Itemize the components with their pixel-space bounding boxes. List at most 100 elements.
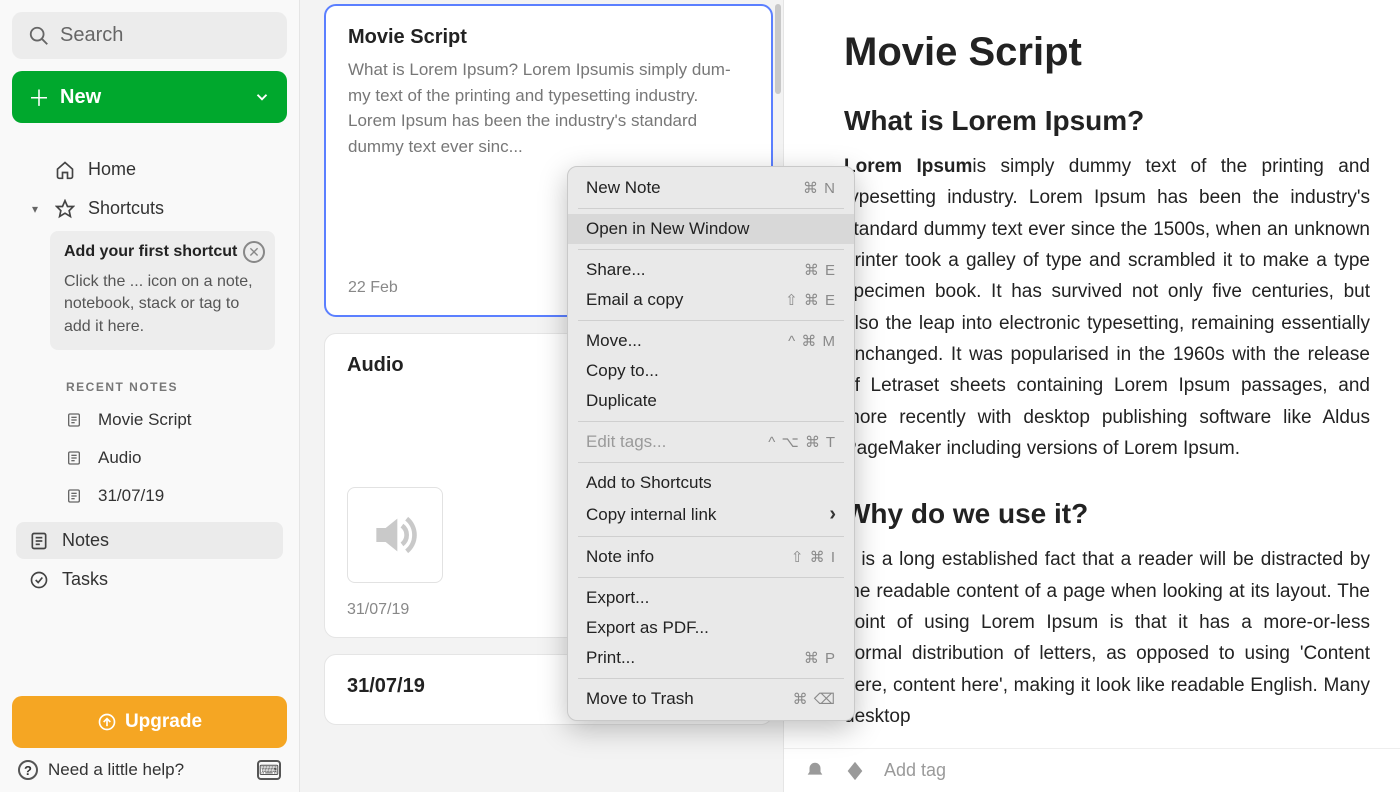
menu-item-shortcut: ⌘ N — [803, 179, 836, 197]
menu-item-shortcut: ⌘ E — [804, 261, 836, 279]
note-icon — [66, 411, 86, 429]
nav-home-label: Home — [88, 159, 136, 180]
menu-separator — [578, 208, 844, 209]
editor-paragraph-2: It is a long established fact that a rea… — [844, 544, 1370, 732]
search-input[interactable]: Search — [12, 12, 287, 59]
menu-item-label: Print... — [586, 648, 635, 668]
help-link[interactable]: ? Need a little help? — [12, 748, 287, 784]
nav-notes-label: Notes — [62, 530, 109, 551]
reminder-icon[interactable] — [804, 760, 826, 782]
nav-tasks-label: Tasks — [62, 569, 108, 590]
nav-home[interactable]: Home — [16, 151, 283, 188]
help-icon: ? — [18, 760, 38, 780]
menu-item-label: Open in New Window — [586, 219, 749, 239]
menu-separator — [578, 421, 844, 422]
menu-item[interactable]: Move to Trash ⌘ ⌫ — [568, 684, 854, 714]
check-circle-icon — [28, 570, 50, 590]
menu-item[interactable]: Print... ⌘ P — [568, 643, 854, 673]
menu-item-shortcut: ⌘ ⌫ — [793, 690, 836, 708]
chevron-down-icon — [253, 88, 271, 106]
menu-item[interactable]: Duplicate — [568, 386, 854, 416]
menu-item-label: Copy to... — [586, 361, 659, 381]
new-button-label: New — [60, 86, 101, 109]
plus-icon: ＋ — [28, 81, 50, 113]
keyboard-icon[interactable] — [257, 760, 281, 780]
editor-body[interactable]: What is Lorem Ipsum? Lorem Ipsumis simpl… — [844, 105, 1370, 767]
speaker-icon — [367, 507, 423, 563]
upgrade-button[interactable]: Upgrade — [12, 696, 287, 748]
context-menu: New Note ⌘ N Open in New Window Share... ⌘ E… — [567, 166, 855, 721]
editor-title[interactable]: Movie Script — [844, 30, 1370, 75]
note-icon — [66, 487, 86, 505]
menu-separator — [578, 249, 844, 250]
menu-item-shortcut: ⌘ P — [804, 649, 836, 667]
add-tag-input[interactable]: Add tag — [884, 760, 946, 781]
close-icon[interactable]: ✕ — [243, 241, 265, 263]
star-icon — [54, 199, 76, 219]
recent-item-0[interactable]: Movie Script — [16, 402, 283, 438]
menu-item[interactable]: Open in New Window — [568, 214, 854, 244]
note-icon — [66, 449, 86, 467]
nav: Home ▾ Shortcuts ✕ Add your first shortc… — [12, 151, 287, 598]
nav-shortcuts-label: Shortcuts — [88, 198, 164, 219]
home-icon — [54, 160, 76, 180]
nav-shortcuts[interactable]: ▾ Shortcuts — [16, 190, 283, 227]
menu-item[interactable]: Export... — [568, 583, 854, 613]
menu-item-shortcut: ⇧ ⌘ I — [791, 548, 836, 566]
menu-separator — [578, 536, 844, 537]
search-placeholder: Search — [60, 24, 123, 47]
help-label: Need a little help? — [48, 760, 184, 780]
tag-icon[interactable] — [844, 760, 866, 782]
menu-item[interactable]: Email a copy ⇧ ⌘ E — [568, 285, 854, 315]
search-icon — [28, 25, 50, 47]
recent-item-1[interactable]: Audio — [16, 440, 283, 476]
menu-item[interactable]: Move... ^ ⌘ M — [568, 326, 854, 356]
menu-item[interactable]: Note info ⇧ ⌘ I — [568, 542, 854, 572]
upgrade-icon — [97, 712, 117, 732]
menu-item-label: Email a copy — [586, 290, 683, 310]
new-button[interactable]: ＋ New — [12, 71, 287, 123]
menu-item-label: Duplicate — [586, 391, 657, 411]
nav-notes[interactable]: Notes — [16, 522, 283, 559]
recent-item-label: Audio — [98, 448, 141, 468]
menu-item-label: Share... — [586, 260, 646, 280]
editor-heading-2: Why do we use it? — [844, 498, 1370, 530]
scrollbar[interactable] — [775, 4, 781, 94]
menu-separator — [578, 462, 844, 463]
note-preview: What is Lorem Ipsum? Lorem Ipsumis simpl… — [348, 57, 749, 159]
menu-item-label: Move... — [586, 331, 642, 351]
recent-item-label: 31/07/19 — [98, 486, 164, 506]
menu-item-shortcut: ^ ⌘ M — [788, 332, 836, 350]
upgrade-label: Upgrade — [125, 711, 202, 733]
chevron-down-icon: ▾ — [28, 202, 42, 216]
nav-tasks[interactable]: Tasks — [16, 561, 283, 598]
shortcut-promo-title: Add your first shortcut — [64, 243, 261, 261]
editor-heading-1: What is Lorem Ipsum? — [844, 105, 1370, 137]
recent-item-2[interactable]: 31/07/19 — [16, 478, 283, 514]
menu-item[interactable]: Export as PDF... — [568, 613, 854, 643]
audio-thumb — [347, 487, 443, 583]
menu-item: Edit tags...^ ⌥ ⌘ T — [568, 427, 854, 457]
menu-item[interactable]: Copy internal link › — [568, 498, 854, 531]
sidebar: Search ＋ New Home ▾ Shortcuts ✕ Add your… — [0, 0, 300, 792]
recent-item-label: Movie Script — [98, 410, 192, 430]
menu-item[interactable]: Share... ⌘ E — [568, 255, 854, 285]
menu-separator — [578, 577, 844, 578]
menu-item[interactable]: Copy to... — [568, 356, 854, 386]
menu-item-label: New Note — [586, 178, 661, 198]
menu-item[interactable]: Add to Shortcuts — [568, 468, 854, 498]
editor-paragraph-1: Lorem Ipsumis simply dummy text of the p… — [844, 151, 1370, 464]
note-icon — [28, 531, 50, 551]
menu-item-shortcut: ⇧ ⌘ E — [785, 291, 836, 309]
menu-separator — [578, 678, 844, 679]
chevron-right-icon: › — [829, 503, 836, 526]
shortcut-promo: ✕ Add your first shortcut Click the ... … — [50, 231, 275, 350]
menu-item-label: Export... — [586, 588, 649, 608]
menu-item[interactable]: New Note ⌘ N — [568, 173, 854, 203]
menu-item-label: Note info — [586, 547, 654, 567]
menu-item-label: Copy internal link — [586, 505, 716, 525]
editor: Movie Script What is Lorem Ipsum? Lorem … — [784, 0, 1400, 792]
menu-item-label: Export as PDF... — [586, 618, 709, 638]
menu-item-label: Move to Trash — [586, 689, 694, 709]
menu-item-label: Edit tags... — [586, 432, 666, 452]
